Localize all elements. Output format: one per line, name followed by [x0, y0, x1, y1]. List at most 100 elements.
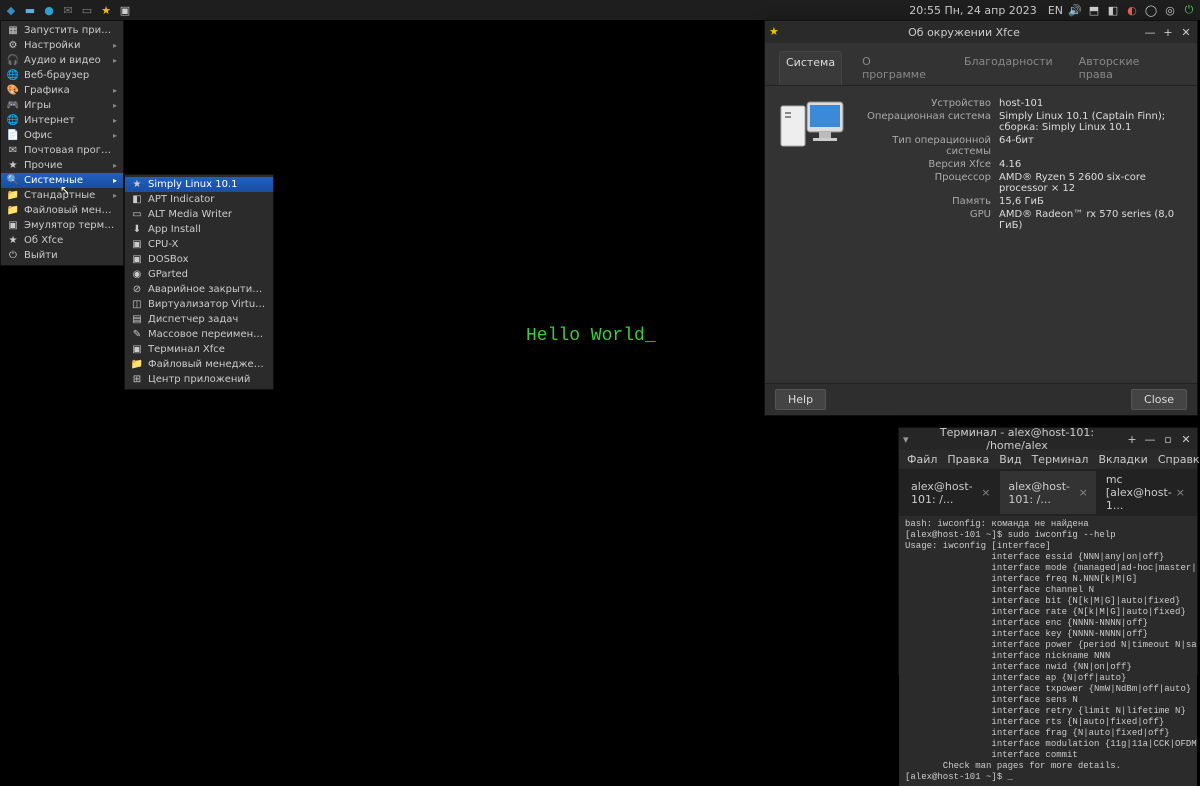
power-icon[interactable]: ⏻: [1182, 3, 1196, 17]
menu-item[interactable]: 🔍Системные▸: [1, 173, 123, 188]
menu-item[interactable]: 🎨Графика▸: [1, 83, 123, 98]
info-row: GPUAMD® Radeon™ rx 570 series (8,0 ГиБ): [861, 209, 1185, 231]
term-menu-item[interactable]: Правка: [947, 453, 989, 466]
submenu-icon: ◧: [131, 194, 143, 206]
about-tab[interactable]: Благодарности: [958, 51, 1059, 85]
star-icon[interactable]: ★: [99, 3, 113, 17]
terminal-titlebar[interactable]: ▾ Терминал - alex@host-101: /home/alex +…: [899, 428, 1197, 450]
menu-item[interactable]: 🎮Игры▸: [1, 98, 123, 113]
info-row: Память15,6 ГиБ: [861, 196, 1185, 207]
arrow-icon: ▸: [113, 86, 117, 95]
menu-item[interactable]: ✉Почтовая программа: [1, 143, 123, 158]
menu-item[interactable]: 📁Файловый менеджер: [1, 203, 123, 218]
info-label: Устройство: [861, 98, 991, 109]
term-menu-item[interactable]: Файл: [907, 453, 937, 466]
menu-item[interactable]: ★Прочие▸: [1, 158, 123, 173]
menu-icon: ★: [7, 160, 19, 172]
menu-icon[interactable]: ◆: [4, 3, 18, 17]
submenu-item[interactable]: ▤Диспетчер задач: [125, 312, 273, 327]
close-icon[interactable]: ×: [981, 486, 990, 499]
tray-icon-1[interactable]: ⬒: [1087, 3, 1101, 17]
menu-item[interactable]: ⏻Выйти: [1, 248, 123, 263]
term-tab[interactable]: alex@host-101: /...×: [1000, 471, 1095, 514]
lang-indicator[interactable]: EN: [1048, 4, 1063, 17]
menu-item[interactable]: 📄Офис▸: [1, 128, 123, 143]
term-menu-item[interactable]: Справка: [1158, 453, 1200, 466]
submenu-item[interactable]: ◫Виртуализатор VirtualBox: [125, 297, 273, 312]
term-tab-label: mc [alex@host-1...: [1106, 473, 1172, 512]
maximize-button[interactable]: +: [1161, 25, 1175, 39]
term-tab[interactable]: alex@host-101: /...×: [903, 471, 998, 514]
panel-launchers: ◆ ▬ ● ✉ ▭ ★ ▣: [4, 3, 132, 17]
close-button[interactable]: ✕: [1179, 25, 1193, 39]
menu-item[interactable]: ▦Запустить приложение...: [1, 23, 123, 38]
tray-icon-4[interactable]: ◯: [1144, 3, 1158, 17]
close-icon[interactable]: ×: [1079, 486, 1088, 499]
about-window: ★ Об окружении Xfce — + ✕ Система О прогр…: [764, 20, 1198, 416]
menu-item[interactable]: ▣Эмулятор терминала: [1, 218, 123, 233]
close-button-footer[interactable]: Close: [1131, 389, 1187, 410]
about-tab[interactable]: Система: [779, 51, 842, 85]
info-label: GPU: [861, 209, 991, 231]
submenu-label: ALT Media Writer: [148, 209, 267, 220]
submenu-item[interactable]: ✎Массовое переименование: [125, 327, 273, 342]
help-button[interactable]: Help: [775, 389, 826, 410]
terminal-icon[interactable]: ▣: [118, 3, 132, 17]
desktop-icon[interactable]: ▬: [23, 3, 37, 17]
app-menu[interactable]: ▦Запустить приложение...⚙Настройки▸🎧Ауди…: [0, 20, 124, 266]
term-menu-item[interactable]: Терминал: [1032, 453, 1089, 466]
minimize-button[interactable]: —: [1143, 25, 1157, 39]
submenu-item[interactable]: ⊘Аварийное закрытие программы: [125, 282, 273, 297]
submenu-item[interactable]: ▭ALT Media Writer: [125, 207, 273, 222]
about-tab[interactable]: О программе: [856, 51, 944, 85]
submenu-item[interactable]: ★Simply Linux 10.1: [125, 177, 273, 192]
mail-icon[interactable]: ✉: [61, 3, 75, 17]
close-button[interactable]: ✕: [1179, 432, 1193, 446]
menu-item[interactable]: 🌐Веб-браузер: [1, 68, 123, 83]
menu-icon: 🎮: [7, 100, 19, 112]
submenu-icon: ◉: [131, 269, 143, 281]
menu-item[interactable]: ⚙Настройки▸: [1, 38, 123, 53]
menu-icon: 🌐: [7, 115, 19, 127]
arrow-icon: ▸: [113, 176, 117, 185]
submenu-item[interactable]: ▣Терминал Xfce: [125, 342, 273, 357]
menu-item[interactable]: 🌐Интернет▸: [1, 113, 123, 128]
steam-icon[interactable]: ◎: [1163, 3, 1177, 17]
menu-item[interactable]: ★Об Xfce: [1, 233, 123, 248]
about-tab[interactable]: Авторские права: [1073, 51, 1183, 85]
submenu-item[interactable]: ◧APT Indicator: [125, 192, 273, 207]
submenu-item[interactable]: ▣DOSBox: [125, 252, 273, 267]
submenu-item[interactable]: ▣CPU-X: [125, 237, 273, 252]
tray-icon-3[interactable]: ◐: [1125, 3, 1139, 17]
minimize-button[interactable]: —: [1143, 432, 1157, 446]
submenu-item[interactable]: ⊞Центр приложений: [125, 372, 273, 387]
menu-item[interactable]: 📁Стандартные▸: [1, 188, 123, 203]
files-icon[interactable]: ▭: [80, 3, 94, 17]
term-menu-item[interactable]: Вид: [999, 453, 1021, 466]
submenu-item[interactable]: ⬇App Install: [125, 222, 273, 237]
term-tab[interactable]: mc [alex@host-1... ×: [1098, 471, 1193, 514]
submenu-item[interactable]: 📁Файловый менеджер Thunar: [125, 357, 273, 372]
browser-icon[interactable]: ●: [42, 3, 56, 17]
system-submenu[interactable]: ★Simply Linux 10.1◧APT Indicator▭ALT Med…: [124, 174, 274, 390]
submenu-label: Аварийное закрытие программы: [148, 284, 267, 295]
terminal-title: Терминал - alex@host-101: /home/alex: [913, 426, 1121, 452]
about-titlebar[interactable]: ★ Об окружении Xfce — + ✕: [765, 21, 1197, 43]
terminal-tabs[interactable]: alex@host-101: /...×alex@host-101: /...×…: [899, 469, 1197, 516]
menu-label: Игры: [24, 100, 108, 111]
terminal-menubar[interactable]: Файл Правка Вид Терминал Вкладки Справка: [899, 450, 1197, 469]
menu-icon: 🎧: [7, 55, 19, 67]
menu-icon: ⚙: [7, 40, 19, 52]
volume-icon[interactable]: 🔊: [1068, 3, 1082, 17]
submenu-item[interactable]: ◉GParted: [125, 267, 273, 282]
tray-icon-2[interactable]: ◧: [1106, 3, 1120, 17]
menu-item[interactable]: 🎧Аудио и видео▸: [1, 53, 123, 68]
new-tab-button[interactable]: +: [1125, 432, 1139, 446]
close-icon[interactable]: ×: [1176, 486, 1185, 499]
term-menu-item[interactable]: Вкладки: [1098, 453, 1147, 466]
terminal-output[interactable]: bash: iwconfig: команда не найдена [alex…: [899, 516, 1197, 786]
info-label: Тип операционной системы: [861, 135, 991, 157]
info-label: Версия Xfce: [861, 159, 991, 170]
dropdown-icon[interactable]: ▾: [903, 433, 913, 446]
maximize-button[interactable]: ▫: [1161, 432, 1175, 446]
